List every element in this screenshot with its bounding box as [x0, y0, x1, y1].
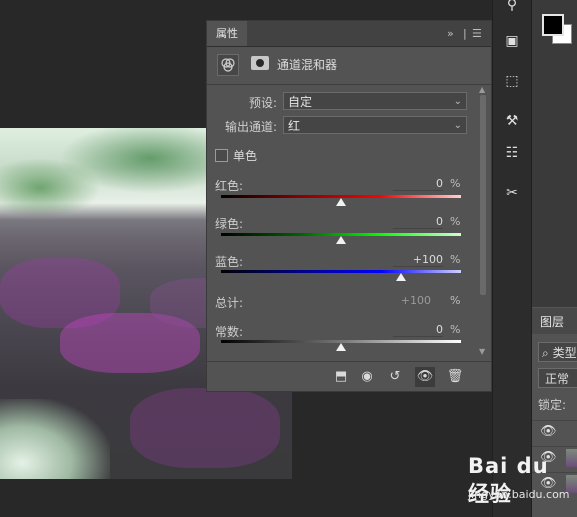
blue-slider-label: 蓝色:: [215, 255, 244, 269]
layers-tab-label: 图层: [540, 315, 565, 329]
green-slider-label: 绿色:: [215, 217, 244, 231]
tools-icon[interactable]: ✂: [501, 182, 523, 204]
waterfall-area: [0, 399, 110, 479]
blue-slider-handle[interactable]: [396, 273, 406, 281]
chevron-down-icon: ⌄: [453, 96, 462, 107]
panel-tab-bar: 属性 » | ☰: [207, 21, 491, 47]
baidu-watermark: Bai du 经验 jingyan.baidu.com: [468, 454, 577, 510]
trash-icon[interactable]: 🗑: [445, 367, 465, 387]
channel-mixer-icon: [217, 54, 239, 76]
reset-icon[interactable]: ↺: [385, 367, 405, 387]
adjustment-title: 通道混和器: [277, 58, 338, 72]
total-value: +100: [400, 294, 431, 307]
panel-scrollbar[interactable]: ▲ ▼: [478, 85, 488, 357]
panel-icon-strip: ⚲ ▣ ⬚ ⚒ ☷ ✂: [492, 0, 531, 517]
foreground-color-swatch[interactable]: [542, 14, 564, 36]
constant-slider-label: 常数:: [215, 325, 244, 339]
blue-value-input[interactable]: +100: [393, 253, 443, 267]
panel-footer: ⬒ ◉ ↺ 👁 🗑: [207, 361, 491, 392]
right-dock: 图层 ⌕ 类型 正常 锁定: 👁 👁 👁: [531, 0, 577, 517]
tab-layers[interactable]: 图层: [532, 307, 577, 334]
output-channel-label: 输出通道:: [224, 120, 277, 134]
properties-panel: 属性 » | ☰ 通道混和器 预设: 自定 ⌄ 输出通道: 红 ⌄ 单色 红色:…: [206, 20, 492, 392]
adjustments-icon[interactable]: ☷: [501, 142, 523, 164]
preset-select[interactable]: 自定 ⌄: [283, 92, 467, 110]
preset-label: 预设:: [248, 96, 277, 110]
watermark-url: jingyan.baidu.com: [468, 488, 570, 501]
red-slider-label: 红色:: [215, 179, 244, 193]
scroll-up-icon[interactable]: ▲: [479, 85, 485, 94]
green-unit: %: [450, 215, 461, 228]
preset-value: 自定: [288, 95, 313, 109]
hamburger-menu-icon[interactable]: ☰: [472, 21, 482, 46]
constant-value-input[interactable]: 0: [393, 323, 443, 337]
eye-icon[interactable]: 👁: [540, 424, 557, 439]
scroll-down-icon[interactable]: ▼: [479, 347, 485, 356]
brush-tool-icon[interactable]: ⚒: [501, 110, 523, 132]
monochrome-checkbox[interactable]: [215, 149, 228, 162]
blue-slider-track[interactable]: [221, 270, 461, 273]
tab-properties[interactable]: 属性: [207, 21, 247, 46]
blue-unit: %: [450, 253, 461, 266]
lock-label: 锁定:: [538, 398, 567, 412]
search-icon: ⌕: [542, 346, 549, 360]
output-channel-value: 红: [288, 119, 301, 133]
layer-row[interactable]: 👁: [532, 420, 577, 445]
red-value-input[interactable]: 0: [393, 177, 443, 191]
double-chevron-right-icon[interactable]: »: [447, 21, 454, 46]
3d-cube-icon[interactable]: ▣: [501, 30, 523, 52]
layer-filter-input[interactable]: ⌕ 类型: [538, 342, 577, 362]
adjustment-header: 通道混和器: [215, 54, 485, 76]
visibility-eye-icon[interactable]: 👁: [415, 367, 435, 387]
monochrome-label: 单色: [233, 149, 258, 163]
constant-unit: %: [450, 323, 461, 336]
scrollbar-thumb[interactable]: [480, 95, 486, 295]
layer-filter-value: 类型: [552, 346, 577, 360]
green-value-input[interactable]: 0: [393, 215, 443, 229]
layer-mask-icon[interactable]: [251, 56, 269, 70]
red-slider-handle[interactable]: [336, 198, 346, 206]
output-channel-select[interactable]: 红 ⌄: [283, 116, 467, 134]
green-slider-handle[interactable]: [336, 236, 346, 244]
chevron-down-icon: ⌄: [453, 120, 462, 131]
panel-divider: [207, 84, 491, 85]
blend-mode-select[interactable]: 正常: [538, 368, 577, 388]
paths-icon[interactable]: ⬚: [501, 70, 523, 92]
brush-presets-icon[interactable]: ⚲: [501, 0, 523, 16]
panel-separator: |: [463, 27, 467, 40]
constant-slider-handle[interactable]: [336, 343, 346, 351]
clip-to-layer-icon[interactable]: ⬒: [331, 367, 351, 387]
view-previous-state-icon[interactable]: ◉: [357, 367, 377, 387]
total-unit: %: [450, 294, 461, 307]
total-label: 总计:: [215, 296, 244, 310]
red-unit: %: [450, 177, 461, 190]
